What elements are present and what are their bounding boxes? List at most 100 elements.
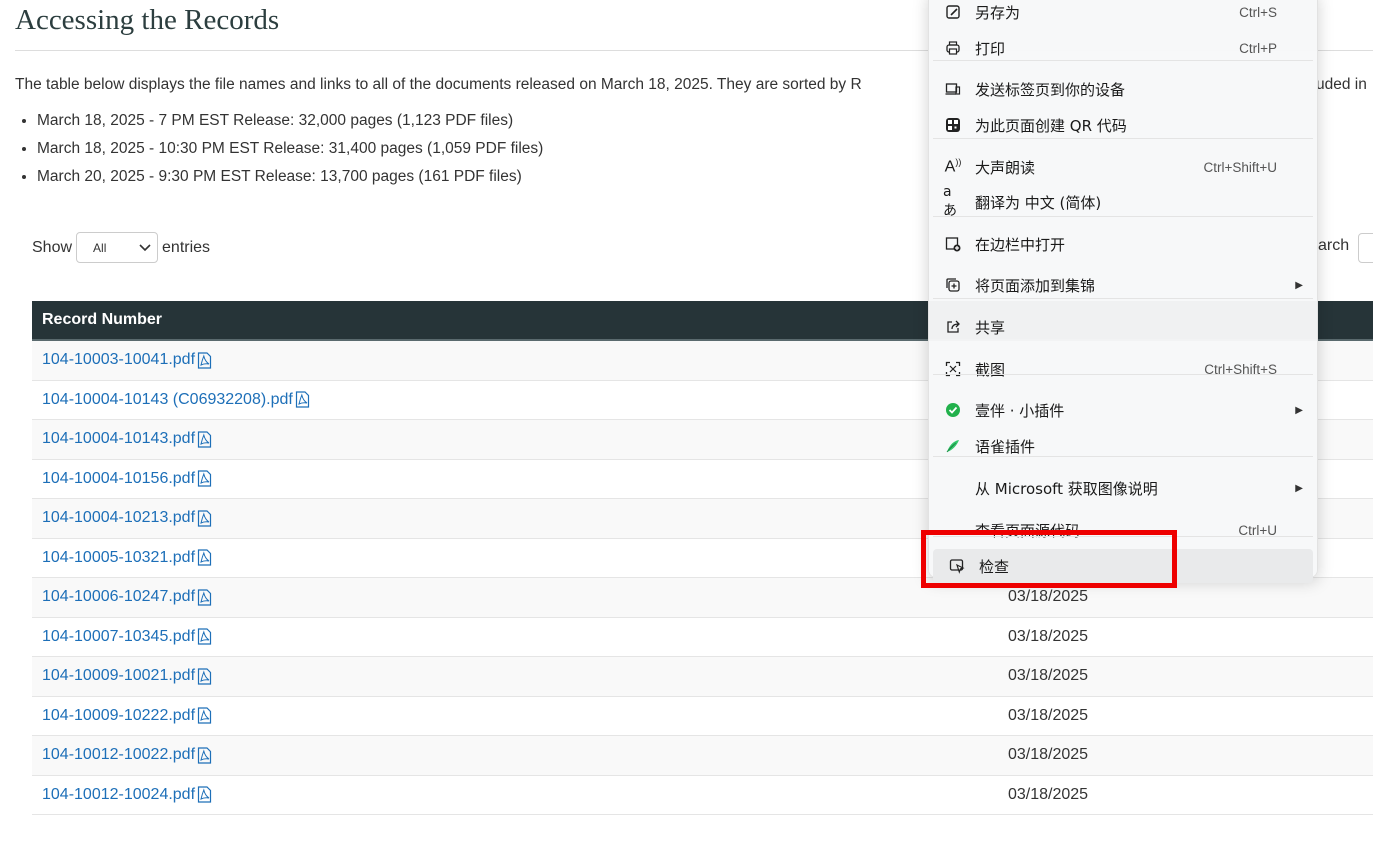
- submenu-arrow-icon: ▶: [1295, 279, 1303, 291]
- menu-item-label: 壹伴 · 小插件: [975, 401, 1065, 420]
- record-link[interactable]: 104-10009-10021.pdf: [42, 667, 212, 685]
- menu-separator: [933, 60, 1313, 61]
- intro-text-tail: uded in: [1316, 76, 1367, 93]
- share-icon: [943, 317, 963, 337]
- show-label: Show: [32, 238, 73, 256]
- print-icon: [943, 38, 963, 58]
- menu-item-label: 在边栏中打开: [975, 235, 1066, 254]
- qr-code-icon: [943, 115, 963, 135]
- pdf-icon: [197, 668, 212, 685]
- collections-icon: [943, 275, 963, 295]
- record-link-label: 104-10006-10247.pdf: [42, 588, 196, 606]
- record-link[interactable]: 104-10009-10222.pdf: [42, 707, 212, 725]
- release-date: 03/18/2025: [1008, 746, 1089, 764]
- menu-item[interactable]: aあ 翻译为 中文 (简体): [929, 184, 1317, 219]
- list-item: March 18, 2025 - 7 PM EST Release: 32,00…: [37, 111, 543, 139]
- chevron-down-icon: [139, 241, 151, 255]
- menu-item[interactable]: 壹伴 · 小插件 ▶: [929, 393, 1317, 427]
- menu-item[interactable]: 从 Microsoft 获取图像说明 ▶: [929, 471, 1317, 505]
- record-link-label: 104-10012-10022.pdf: [42, 746, 196, 764]
- menu-item[interactable]: 语雀插件: [929, 429, 1317, 463]
- record-link[interactable]: 104-10006-10247.pdf: [42, 588, 212, 606]
- submenu-arrow-icon: ▶: [1295, 482, 1303, 494]
- pdf-icon: [197, 747, 212, 764]
- pdf-icon: [197, 628, 212, 645]
- record-link-label: 104-10009-10222.pdf: [42, 706, 196, 724]
- release-date: 03/18/2025: [1008, 706, 1089, 724]
- release-date: 03/18/2025: [1008, 627, 1089, 645]
- record-link[interactable]: 104-10003-10041.pdf: [42, 351, 212, 369]
- record-link[interactable]: 104-10004-10143.pdf: [42, 430, 212, 448]
- search-input[interactable]: [1358, 233, 1373, 263]
- record-link[interactable]: 104-10012-10024.pdf: [42, 786, 212, 804]
- menu-item-label: 共享: [975, 318, 1006, 337]
- record-link[interactable]: 104-10007-10345.pdf: [42, 628, 212, 646]
- table-row: 104-10007-10345.pdf 03/18/2025: [32, 618, 1373, 657]
- record-link-label: 104-10004-10213.pdf: [42, 509, 196, 527]
- menu-item-label: 打印: [975, 39, 1006, 58]
- context-menu: 另存为 Ctrl+S 打印 Ctrl+P 发送标签页到你的设备 为此页面创建 QR 代码 A…: [928, 0, 1318, 583]
- page-title: Accessing the Records: [15, 4, 280, 36]
- entries-label: entries: [162, 238, 211, 256]
- list-item: March 18, 2025 - 10:30 PM EST Release: 3…: [37, 139, 543, 167]
- menu-item-shortcut: Ctrl+P: [1239, 40, 1277, 56]
- menu-item-label: 将页面添加到集锦: [975, 276, 1096, 295]
- record-link-label: 104-10004-10143.pdf: [42, 430, 196, 448]
- menu-item-shortcut: Ctrl+Shift+U: [1203, 159, 1277, 175]
- entries-select-value: All: [93, 240, 107, 255]
- pdf-icon: [197, 786, 212, 803]
- record-link[interactable]: 104-10004-10213.pdf: [42, 509, 212, 527]
- menu-item-label: 发送标签页到你的设备: [975, 80, 1126, 99]
- record-link[interactable]: 104-10005-10321.pdf: [42, 549, 212, 567]
- menu-item-label: 大声朗读: [975, 158, 1036, 177]
- menu-item-label: 截图: [975, 360, 1006, 379]
- intro-text: The table below displays the file names …: [15, 76, 862, 93]
- pdf-icon: [197, 549, 212, 566]
- sidebar-open-icon: [943, 234, 963, 254]
- table-row: 104-10009-10021.pdf 03/18/2025: [32, 657, 1373, 697]
- menu-item[interactable]: 共享: [929, 310, 1317, 344]
- menu-item-label: 另存为: [975, 3, 1021, 22]
- read-aloud-icon: A)): [944, 157, 962, 176]
- menu-separator: [933, 138, 1313, 139]
- record-link[interactable]: 104-10012-10022.pdf: [42, 746, 212, 764]
- entries-select[interactable]: All: [76, 232, 159, 263]
- record-link-label: 104-10005-10321.pdf: [42, 548, 196, 566]
- record-link-label: 104-10004-10156.pdf: [42, 469, 196, 487]
- menu-item[interactable]: 为此页面创建 QR 代码: [929, 108, 1317, 142]
- pdf-icon: [197, 352, 212, 369]
- record-link[interactable]: 104-10004-10156.pdf: [42, 470, 212, 488]
- pdf-icon: [197, 510, 212, 527]
- yuque-extension-icon: [943, 436, 963, 456]
- record-link-label: 104-10003-10041.pdf: [42, 351, 196, 369]
- menu-separator: [933, 216, 1313, 217]
- show-entries-control: Show All entries: [32, 232, 210, 263]
- menu-item-shortcut: Ctrl+S: [1239, 4, 1277, 20]
- release-date: 03/18/2025: [1008, 785, 1089, 803]
- menu-item[interactable]: 另存为 Ctrl+S: [929, 0, 1317, 29]
- menu-item[interactable]: 在边栏中打开: [929, 227, 1317, 261]
- record-link[interactable]: 104-10004-10143 (C06932208).pdf: [42, 391, 310, 409]
- pdf-icon: [197, 470, 212, 487]
- submenu-arrow-icon: ▶: [1295, 404, 1303, 416]
- release-list: March 18, 2025 - 7 PM EST Release: 32,00…: [15, 111, 543, 195]
- record-link-label: 104-10012-10024.pdf: [42, 785, 196, 803]
- screenshot-icon: [943, 359, 963, 379]
- menu-item[interactable]: 将页面添加到集锦 ▶: [929, 268, 1317, 302]
- record-link-label: 104-10004-10143 (C06932208).pdf: [42, 390, 293, 408]
- menu-separator: [933, 456, 1313, 457]
- pdf-icon: [197, 707, 212, 724]
- menu-separator: [933, 374, 1313, 375]
- menu-item[interactable]: 截图 Ctrl+Shift+S: [929, 352, 1317, 386]
- table-row: 104-10012-10022.pdf 03/18/2025: [32, 736, 1373, 776]
- search-label: arch: [1318, 237, 1350, 254]
- menu-item[interactable]: 发送标签页到你的设备: [929, 72, 1317, 106]
- menu-item-label: 为此页面创建 QR 代码: [975, 116, 1127, 135]
- menu-item[interactable]: A)) 大声朗读 Ctrl+Shift+U: [929, 150, 1317, 184]
- table-row: 104-10009-10222.pdf 03/18/2025: [32, 697, 1373, 736]
- pdf-icon: [295, 391, 310, 408]
- translate-icon: aあ: [943, 184, 957, 219]
- list-item: March 20, 2025 - 9:30 PM EST Release: 13…: [37, 167, 543, 195]
- release-date: 03/18/2025: [1008, 667, 1089, 685]
- pdf-icon: [197, 431, 212, 448]
